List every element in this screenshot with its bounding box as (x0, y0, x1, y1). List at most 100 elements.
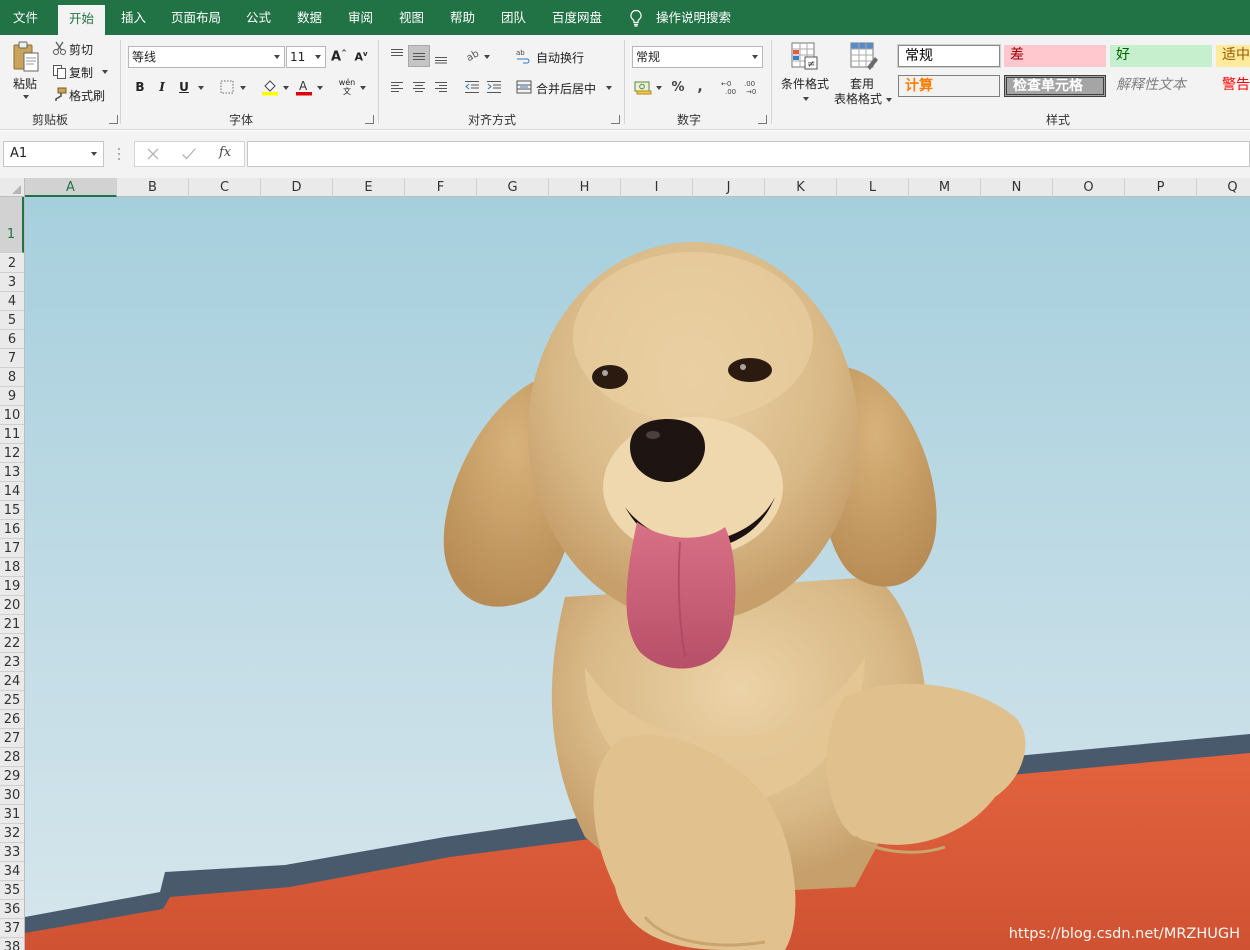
align-bottom-button[interactable] (430, 46, 452, 68)
fill-color-dropdown-icon[interactable] (283, 86, 289, 90)
row-header-19[interactable]: 19 (0, 577, 24, 596)
increase-decimal-button[interactable]: ←0.00 (719, 76, 741, 98)
column-header-B[interactable]: B (117, 178, 189, 197)
row-header-3[interactable]: 3 (0, 273, 24, 292)
wrap-text-button[interactable]: ab 自动换行 (514, 45, 594, 67)
row-header-4[interactable]: 4 (0, 292, 24, 311)
orientation-button[interactable]: ab (463, 44, 485, 66)
accounting-dropdown-icon[interactable] (656, 86, 662, 90)
tab-page-layout[interactable]: 页面布局 (171, 0, 221, 35)
column-header-M[interactable]: M (909, 178, 981, 197)
align-left-button[interactable] (386, 76, 408, 98)
decrease-font-size-button[interactable]: Av (350, 46, 372, 68)
borders-button[interactable] (216, 76, 238, 98)
column-header-C[interactable]: C (189, 178, 261, 197)
column-header-J[interactable]: J (693, 178, 765, 197)
format-as-table-button[interactable]: 套用 表格格式 (834, 41, 894, 106)
conditional-formatting-button[interactable]: ≠ 条件格式 (778, 41, 832, 105)
row-header-36[interactable]: 36 (0, 900, 24, 919)
row-header-14[interactable]: 14 (0, 482, 24, 501)
column-header-G[interactable]: G (477, 178, 549, 197)
merge-center-button[interactable]: 合并后居中 (514, 76, 614, 98)
tab-team[interactable]: 团队 (501, 0, 526, 35)
tab-home[interactable]: 开始 (58, 5, 106, 35)
row-header-29[interactable]: 29 (0, 767, 24, 786)
number-format-dropdown-icon[interactable] (752, 55, 758, 59)
column-header-L[interactable]: L (837, 178, 909, 197)
style-warning[interactable]: 警告 (1216, 75, 1250, 97)
row-header-15[interactable]: 15 (0, 501, 24, 520)
tab-file[interactable]: 文件 (13, 0, 38, 35)
tab-baidu-netdisk[interactable]: 百度网盘 (552, 0, 602, 35)
column-header-F[interactable]: F (405, 178, 477, 197)
row-header-31[interactable]: 31 (0, 805, 24, 824)
style-explanatory[interactable]: 解释性文本 (1110, 75, 1212, 97)
column-header-H[interactable]: H (549, 178, 621, 197)
font-name-combo[interactable]: 等线 (128, 46, 285, 68)
cut-button[interactable]: 剪切 (50, 40, 110, 58)
increase-indent-button[interactable] (483, 76, 505, 98)
row-header-10[interactable]: 10 (0, 406, 24, 425)
row-header-30[interactable]: 30 (0, 786, 24, 805)
phonetic-guide-button[interactable]: wén 文 (336, 76, 358, 98)
decrease-decimal-button[interactable]: .00 →0 (741, 76, 763, 98)
conditional-formatting-dropdown-icon[interactable] (803, 97, 809, 101)
align-center-button[interactable] (408, 76, 430, 98)
row-header-22[interactable]: 22 (0, 634, 24, 653)
format-painter-button[interactable]: 格式刷 (50, 86, 112, 104)
row-header-20[interactable]: 20 (0, 596, 24, 615)
merge-center-dropdown-icon[interactable] (606, 86, 612, 90)
style-normal[interactable]: 常规 (897, 44, 1001, 68)
copy-dropdown-icon[interactable] (102, 70, 108, 74)
row-header-38[interactable]: 38 (0, 938, 24, 950)
cancel-icon[interactable] (146, 147, 160, 161)
font-color-button[interactable]: A (293, 76, 315, 98)
insert-function-icon[interactable]: fx (219, 145, 231, 160)
column-header-O[interactable]: O (1053, 178, 1125, 197)
font-size-dropdown-icon[interactable] (315, 55, 321, 59)
copy-button[interactable]: 复制 (50, 63, 112, 81)
phonetic-dropdown-icon[interactable] (360, 86, 366, 90)
column-header-P[interactable]: P (1125, 178, 1197, 197)
column-header-N[interactable]: N (981, 178, 1053, 197)
alignment-dialog-launcher[interactable] (611, 115, 620, 124)
font-dialog-launcher[interactable] (365, 115, 374, 124)
row-header-23[interactable]: 23 (0, 653, 24, 672)
name-box[interactable]: A1 (3, 141, 104, 167)
row-header-37[interactable]: 37 (0, 919, 24, 938)
fill-color-button[interactable] (259, 76, 281, 98)
paste-dropdown-icon[interactable] (23, 95, 29, 99)
worksheet[interactable]: https://blog.csdn.net/MRZHUGH (25, 197, 1250, 950)
column-header-A[interactable]: A (25, 178, 117, 197)
style-calculation[interactable]: 计算 (898, 75, 1000, 97)
clipboard-dialog-launcher[interactable] (109, 115, 118, 124)
column-header-D[interactable]: D (261, 178, 333, 197)
accounting-format-button[interactable] (632, 76, 654, 98)
column-header-K[interactable]: K (765, 178, 837, 197)
row-header-12[interactable]: 12 (0, 444, 24, 463)
row-header-21[interactable]: 21 (0, 615, 24, 634)
column-header-I[interactable]: I (621, 178, 693, 197)
row-header-8[interactable]: 8 (0, 368, 24, 387)
font-size-combo[interactable]: 11 (286, 46, 326, 68)
borders-dropdown-icon[interactable] (240, 86, 246, 90)
select-all-button[interactable] (0, 178, 25, 197)
formula-input[interactable] (247, 141, 1250, 167)
row-header-28[interactable]: 28 (0, 748, 24, 767)
row-header-9[interactable]: 9 (0, 387, 24, 406)
style-good[interactable]: 好 (1110, 45, 1212, 67)
style-neutral[interactable]: 适中 (1216, 45, 1250, 67)
tab-insert[interactable]: 插入 (121, 0, 146, 35)
tab-data[interactable]: 数据 (297, 0, 322, 35)
italic-button[interactable]: I (151, 76, 173, 98)
row-header-25[interactable]: 25 (0, 691, 24, 710)
tab-view[interactable]: 视图 (399, 0, 424, 35)
align-top-button[interactable] (386, 44, 408, 66)
row-header-1[interactable]: 1 (0, 197, 24, 253)
row-header-24[interactable]: 24 (0, 672, 24, 691)
name-box-dropdown-icon[interactable] (91, 152, 97, 156)
style-bad[interactable]: 差 (1004, 45, 1106, 67)
font-color-dropdown-icon[interactable] (317, 86, 323, 90)
percent-style-button[interactable]: % (667, 76, 689, 98)
format-as-table-dropdown-icon[interactable] (886, 98, 892, 102)
